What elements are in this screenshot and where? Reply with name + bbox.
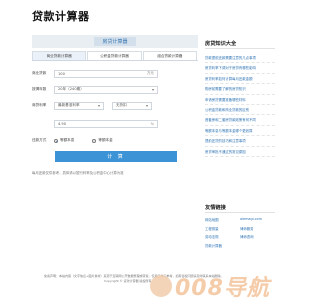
list-item[interactable]: 贷款提前还款需要注意的几点事项 [205, 53, 275, 64]
calculator-header: 房贷计算器 [32, 35, 198, 48]
chevron-down-icon [146, 104, 148, 107]
watermark-text: 008导航 [175, 276, 270, 300]
friend-link[interactable]: 网站地图 [205, 217, 240, 222]
rate-label: 商贷利率 [32, 103, 47, 107]
list-item[interactable]: 提前还贷的技巧和注意事项 [205, 136, 275, 147]
list-item[interactable]: 房贷审批不通过的常见原因 [205, 147, 275, 157]
term-row: 按揭年数 20年（240期） [32, 85, 198, 94]
site-title: 贷款计算器 [32, 10, 90, 23]
knowledge-sidebar: 房贷知识大全 贷款提前还款需要注意的几点事项 房贷利率下调对于房贷有哪些影响 房… [205, 40, 275, 157]
calculator-note: 每月还款仅供参考，具体请以银行利率及公积金中心计算为准 [32, 171, 124, 175]
radio-selected-icon [54, 138, 58, 143]
friend-links-sidebar: 友情链接 网站地图 aiemagi.com 工程测量 律师服务 劳动法规 律师咨… [205, 204, 275, 248]
list-item[interactable]: 首套房和二套房贷款政策有何不同 [205, 115, 275, 126]
rate-discount-select[interactable]: 无折扣 [112, 101, 152, 110]
radio-equal-principal[interactable]: 等额本金 [92, 138, 113, 143]
repayment-method-group: 等额本息 等额本金 [54, 138, 113, 143]
friend-link[interactable]: 律师服务 [240, 226, 275, 231]
chevron-down-icon [98, 104, 100, 107]
calculator-tabs: 商业贷款计算器 公积金贷款计算器 组合贷款计算器 [32, 51, 198, 61]
list-item[interactable]: 等额本息与等额本金哪个更划算 [205, 126, 275, 137]
chevron-down-icon [152, 88, 154, 91]
list-item[interactable]: 申请房贷需要准备哪些材料 [205, 95, 275, 105]
links-grid: 网站地图 aiemagi.com 工程测量 律师服务 劳动法规 律师咨询 贷款计… [205, 217, 275, 248]
method-row: 还款方式 等额本息 等额本金 [32, 136, 198, 145]
amount-label: 商业贷款 [32, 71, 47, 75]
list-item[interactable]: 公积金贷款和商业贷款的区别 [205, 105, 275, 116]
tab-combined-loan[interactable]: 组合贷款计算器 [142, 51, 197, 60]
friend-link[interactable]: 工程测量 [205, 226, 240, 231]
method-label: 还款方式 [32, 138, 47, 142]
radio-equal-installment[interactable]: 等额本息 [54, 138, 74, 143]
calculator-header-title: 房贷计算器 [94, 37, 136, 46]
rate-row: 商贷利率 最新基准利率 无折扣 [32, 101, 198, 110]
loan-amount-value: 100 [58, 71, 65, 76]
interest-rate-unit: % [150, 121, 154, 126]
knowledge-title: 房贷知识大全 [205, 40, 275, 49]
tab-provident-fund-loan[interactable]: 公积金贷款计算器 [87, 51, 142, 60]
links-title: 友情链接 [205, 204, 275, 213]
tab-commercial-loan[interactable]: 商业贷款计算器 [32, 51, 87, 60]
rate-discount-value: 无折扣 [116, 103, 127, 107]
watermark-logo: 008导航 [150, 270, 270, 300]
friend-link[interactable]: aiemagi.com [240, 217, 275, 222]
loan-calculator-panel: 房贷计算器 商业贷款计算器 公积金贷款计算器 组合贷款计算器 商业贷款 100 … [32, 35, 198, 165]
loan-amount-input[interactable]: 100 万元 [54, 69, 158, 78]
loan-term-value: 20年（240期） [58, 87, 84, 91]
list-item[interactable]: 购房前需要了解的房贷知识 [205, 84, 275, 95]
list-item[interactable]: 房贷利率下调对于房贷有哪些影响 [205, 63, 275, 74]
list-item[interactable]: 房贷利率如何计算每月还款金额 [205, 74, 275, 85]
footer-copyright: Copyright © 贷款计算器 版权所有 [104, 279, 152, 283]
rate-type-select[interactable]: 最新基准利率 [54, 101, 104, 110]
interest-rate-input[interactable]: 4.90 % [54, 119, 158, 128]
friend-link[interactable]: 劳动法规 [205, 234, 240, 239]
loan-term-select[interactable]: 20年（240期） [54, 85, 158, 94]
article-list: 贷款提前还款需要注意的几点事项 房贷利率下调对于房贷有哪些影响 房贷利率如何计算… [205, 53, 275, 157]
term-label: 按揭年数 [32, 87, 47, 91]
rate-type-value: 最新基准利率 [58, 103, 80, 107]
amount-row: 商业贷款 100 万元 [32, 69, 198, 78]
rate-value-row: 4.90 % [32, 119, 198, 128]
friend-link[interactable]: 律师咨询 [240, 234, 275, 239]
friend-link[interactable]: 贷款计算器 [205, 243, 240, 248]
radio-unselected-icon [92, 138, 97, 143]
watermark-circle-icon [150, 275, 172, 297]
page-footer: 免责声明：本站内容（文字信息+图片素材）来源于互联网公开数据整理或转载，仅用于学… [0, 268, 300, 300]
loan-amount-unit: 万元 [146, 71, 154, 75]
calculate-button[interactable]: 计 算 [55, 151, 177, 162]
interest-rate-value: 4.90 [58, 121, 67, 126]
